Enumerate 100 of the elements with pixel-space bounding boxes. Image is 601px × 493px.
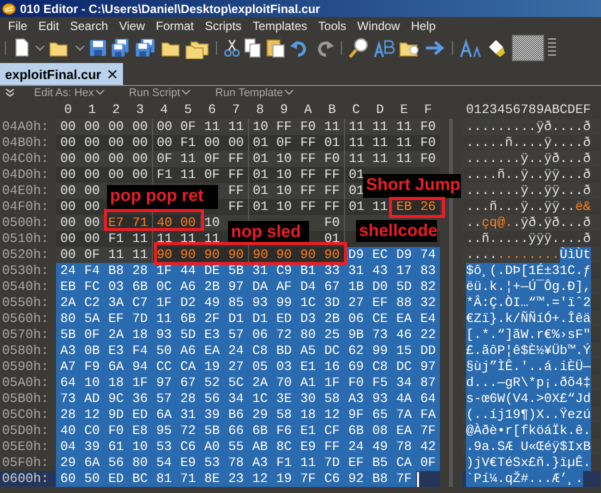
column-header: 2 [111, 102, 121, 118]
hex-byte: 00 [83, 151, 101, 167]
search-icon[interactable] [349, 38, 369, 58]
toolbar-menu[interactable]: Edit As: Hex [34, 86, 94, 98]
caret-icon[interactable] [94, 89, 105, 96]
ascii-text: ..ñ.....ÿÿÿ....ð [466, 231, 591, 247]
hex-byte: 00 [107, 119, 125, 135]
menu-item[interactable]: Scripts [200, 19, 246, 33]
hex-byte: 64 [416, 391, 440, 407]
hex-byte: E8 [128, 423, 152, 439]
hex-byte: F0 [419, 135, 437, 151]
hex-byte: 00 [59, 119, 77, 135]
hex-byte: 57 [152, 391, 176, 407]
hex-byte: 31 [176, 407, 200, 423]
save-as-icon[interactable] [111, 38, 131, 58]
hex-byte: 1C [248, 391, 272, 407]
hex-byte: 10 [80, 375, 104, 391]
hex-byte: 34 [224, 391, 248, 407]
hex-byte: 0B [80, 343, 104, 359]
hex-byte: 10 [128, 439, 152, 455]
hex-byte: F1 [179, 135, 197, 151]
row-offset: 0560h: [1, 311, 50, 327]
hex-byte: EB [392, 199, 416, 215]
menu-item[interactable]: Edit [34, 19, 64, 33]
hex-byte: 3E [272, 391, 296, 407]
window-title: 010 Editor - C:\Users\Daniel\Desktop\exploitFinal.cur [20, 2, 320, 16]
file-tab[interactable]: exploitFinal.cur × [0, 63, 123, 85]
copy-icon[interactable] [244, 38, 262, 58]
hex-byte: 11 [152, 311, 176, 327]
hex-byte: 90 [200, 247, 224, 263]
menu-item[interactable]: Window [353, 19, 404, 33]
hex-byte: 03 [104, 279, 128, 295]
hex-byte: CA [392, 455, 416, 471]
menu-item[interactable]: File [4, 19, 32, 33]
menu-item[interactable]: Templates [248, 19, 312, 33]
menu-item[interactable]: View [115, 19, 149, 33]
hex-byte: 69 [344, 359, 368, 375]
hex-byte: FF [299, 167, 317, 183]
hex-byte: 24 [224, 343, 248, 359]
replace-icon[interactable] [373, 38, 395, 58]
paste-icon[interactable] [266, 38, 286, 58]
hex-byte: E4 [416, 311, 440, 327]
hex-byte: 11 [179, 231, 197, 247]
hex-byte: D3 [296, 311, 320, 327]
hex-byte: 34 [392, 375, 416, 391]
hex-byte: 00 [59, 135, 77, 151]
hex-byte: 7F [296, 471, 320, 487]
arrow-icon[interactable] [425, 39, 445, 57]
hex-byte: B5 [368, 455, 392, 471]
collapse-icon[interactable] [6, 88, 14, 96]
hex-byte: CA [176, 359, 200, 375]
hex-byte: 49 [368, 439, 392, 455]
ascii-text: £.ãôP¦ê$È½¥Üb™.Ý [466, 343, 591, 359]
caret-icon[interactable] [35, 44, 45, 52]
hex-byte: C2 [80, 295, 104, 311]
caret-icon[interactable] [284, 89, 294, 96]
new-file-icon[interactable] [13, 38, 31, 58]
hex-byte: 11 [395, 151, 413, 167]
hex-byte: FA [416, 407, 440, 423]
column-header: E [399, 102, 409, 118]
toolbar-menu[interactable]: Run Script [128, 86, 180, 98]
hex-byte: 00 [59, 231, 77, 247]
save-all-icon[interactable] [135, 38, 157, 58]
hex-byte: 18 [104, 375, 128, 391]
hex-byte: 0F [275, 135, 293, 151]
close-icon[interactable]: × [106, 65, 119, 83]
hex-byte: 24 [56, 263, 80, 279]
hex-byte: 58 [272, 407, 296, 423]
hex-byte: 88 [392, 295, 416, 311]
hex-byte: FF [299, 151, 317, 167]
column-header: B [327, 102, 337, 118]
menu-item[interactable]: Tools [314, 19, 350, 33]
hex-byte: 29 [248, 407, 272, 423]
caret-icon[interactable] [181, 89, 192, 96]
cut-icon[interactable] [224, 38, 240, 58]
caret-icon[interactable] [75, 44, 85, 52]
hex-byte: 42 [416, 439, 440, 455]
hex-byte: EF [344, 455, 368, 471]
hex-view-icon[interactable] [512, 35, 544, 61]
hex-byte: 19 [200, 359, 224, 375]
hex-byte: ED [104, 471, 128, 487]
font-icon[interactable] [460, 38, 482, 58]
hex-byte: DC [320, 343, 344, 359]
toolbar-menu[interactable]: Run Template [215, 86, 283, 98]
menu-item[interactable]: Search [66, 19, 112, 33]
hex-byte: F1 [272, 455, 296, 471]
hex-byte: C7 [128, 295, 152, 311]
column-header: 9 [279, 102, 289, 118]
ascii-text: €Zï}.k/ÑÑíÓ+.Îêä [466, 311, 591, 327]
menu-item[interactable]: Help [406, 19, 440, 33]
hex-byte: 67 [176, 375, 200, 391]
hex-byte: 56 [200, 391, 224, 407]
save-icon[interactable] [89, 39, 107, 57]
hex-byte: 00 [59, 183, 77, 199]
hex-byte: 28 [128, 263, 152, 279]
menu-item[interactable]: Format [152, 19, 198, 33]
hex-byte: 11 [323, 119, 341, 135]
hex-byte: 93 [152, 327, 176, 343]
hex-byte: A0 [200, 439, 224, 455]
hex-byte: CF [320, 423, 344, 439]
